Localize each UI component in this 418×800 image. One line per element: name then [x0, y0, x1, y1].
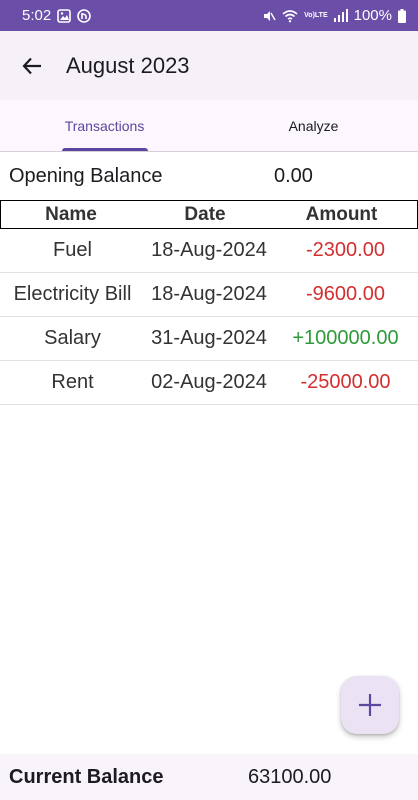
- tab-active-indicator: [61, 148, 148, 151]
- row-amount: -25000.00: [300, 371, 391, 393]
- status-right: Vo) LTE 100%: [262, 7, 406, 24]
- volte-label-top: Vo): [304, 12, 315, 19]
- current-balance-value: 63100.00: [248, 765, 332, 788]
- app-notification-icon: [77, 8, 92, 23]
- row-name: Electricity Bill: [13, 283, 132, 305]
- table-row[interactable]: Electricity Bill 18-Aug-2024 -9600.00: [0, 273, 418, 317]
- tab-bar: Transactions Analyze: [0, 100, 418, 152]
- wifi-icon: [282, 9, 298, 23]
- current-balance-label: Current Balance: [9, 765, 164, 788]
- header-date: Date: [184, 203, 226, 225]
- tab-transactions[interactable]: Transactions: [0, 100, 209, 151]
- arrow-back-icon: [22, 57, 41, 74]
- row-date: 18-Aug-2024: [151, 283, 267, 305]
- status-left: 5:02: [22, 7, 92, 24]
- row-name: Fuel: [53, 239, 92, 261]
- table-row[interactable]: Salary 31-Aug-2024 +100000.00: [0, 317, 418, 361]
- plus-icon: [359, 694, 381, 716]
- add-transaction-button[interactable]: [341, 676, 399, 734]
- tab-analyze[interactable]: Analyze: [209, 100, 418, 151]
- opening-balance-label: Opening Balance: [9, 164, 163, 187]
- row-date: 02-Aug-2024: [151, 371, 267, 393]
- row-amount: -2300.00: [306, 239, 385, 261]
- gallery-notification-icon: [57, 8, 72, 23]
- transactions-table: Name Date Amount Fuel 18-Aug-2024 -2300.…: [0, 200, 418, 405]
- tab-transactions-label: Transactions: [64, 117, 145, 134]
- header-amount: Amount: [305, 203, 378, 225]
- status-bar: 5:02 Vo) LTE 100%: [0, 0, 418, 31]
- status-time: 5:02: [22, 7, 52, 24]
- app-bar: August 2023: [0, 31, 418, 100]
- table-row[interactable]: Fuel 18-Aug-2024 -2300.00: [0, 229, 418, 273]
- opening-balance-value: 0.00: [274, 164, 313, 187]
- opening-balance-row: Opening Balance 0.00: [0, 152, 418, 200]
- header-name: Name: [45, 203, 97, 225]
- row-amount: -9600.00: [306, 283, 385, 305]
- row-date: 18-Aug-2024: [151, 239, 267, 261]
- table-header: Name Date Amount: [0, 200, 418, 229]
- volte-label-bottom: LTE: [314, 12, 328, 19]
- battery-icon: [398, 8, 406, 23]
- tab-analyze-label: Analyze: [288, 117, 339, 134]
- row-name: Rent: [51, 371, 94, 393]
- row-amount: +100000.00: [292, 327, 399, 349]
- signal-icon: [333, 9, 348, 22]
- back-button[interactable]: [18, 52, 46, 80]
- mute-icon: [262, 9, 276, 23]
- row-name: Salary: [44, 327, 101, 349]
- current-balance-row: Current Balance 63100.00: [0, 754, 418, 800]
- page-title: August 2023: [66, 52, 190, 78]
- volte-icon: Vo) LTE: [304, 12, 327, 19]
- row-date: 31-Aug-2024: [151, 327, 267, 349]
- table-row[interactable]: Rent 02-Aug-2024 -25000.00: [0, 361, 418, 405]
- battery-percent: 100%: [353, 7, 392, 24]
